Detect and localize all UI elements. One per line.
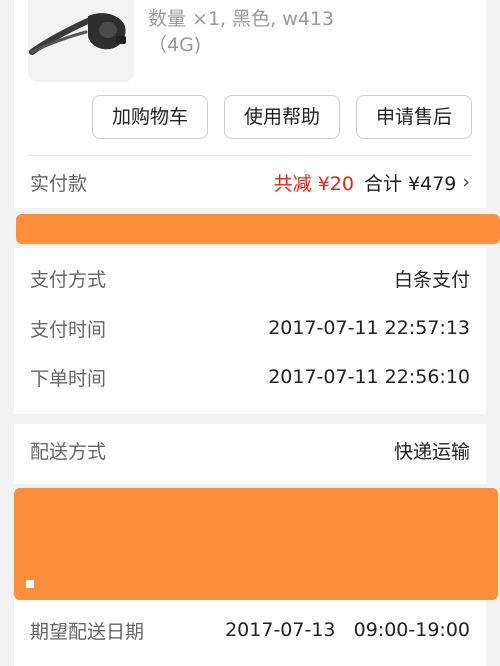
expected-delivery-value: 2017-07-13 09:00-19:00 — [225, 619, 470, 641]
payment-time-label: 支付时间 — [30, 318, 107, 341]
order-time-row: 下单时间 2017-07-11 22:56:10 — [30, 359, 470, 395]
payment-method-row: 支付方式 白条支付 — [30, 260, 470, 296]
delivery-method-label: 配送方式 — [30, 440, 107, 463]
product-spec: 数量 ×1, 黑色, w413 （4G) — [148, 6, 468, 58]
payment-time-value: 2017-07-11 22:57:13 — [268, 317, 470, 339]
help-button[interactable]: 使用帮助 — [224, 95, 340, 139]
redaction-artifact — [26, 580, 34, 588]
payment-method-value: 白条支付 — [393, 268, 470, 291]
after-sales-button[interactable]: 申请售后 — [356, 95, 472, 139]
product-card: 数量 ×1, 黑色, w413 （4G) 加购物车 使用帮助 申请售后 实付款 … — [14, 0, 486, 208]
payment-summary-label: 实付款 — [30, 172, 88, 195]
payment-summary-values: 共减 ¥20 合计 ¥479 › — [274, 169, 470, 196]
product-spec-line2: （4G) — [148, 34, 202, 56]
expected-delivery-row: 期望配送日期 2017-07-13 09:00-19:00 — [30, 612, 470, 648]
divider — [28, 155, 472, 156]
redacted-block — [16, 214, 500, 244]
payment-method-label: 支付方式 — [30, 268, 107, 291]
delivery-method-value: 快递运输 — [393, 440, 470, 463]
delivery-method-card: 配送方式 快递运输 — [14, 424, 486, 484]
chevron-right-icon: › — [462, 171, 470, 193]
payment-info-card: 支付方式 白条支付 支付时间 2017-07-11 22:57:13 下单时间 … — [14, 248, 486, 414]
order-time-value: 2017-07-11 22:56:10 — [268, 366, 470, 388]
expected-delivery-label: 期望配送日期 — [30, 620, 145, 643]
payment-time-row: 支付时间 2017-07-11 22:57:13 — [30, 310, 470, 346]
headphones-image — [29, 13, 126, 55]
total-amount: 合计 ¥479 — [363, 172, 457, 195]
add-to-cart-button[interactable]: 加购物车 — [92, 95, 208, 139]
order-time-label: 下单时间 — [30, 367, 107, 390]
product-thumbnail[interactable] — [28, 0, 134, 82]
payment-summary-row[interactable]: 实付款 共减 ¥20 合计 ¥479 › — [30, 158, 470, 206]
redacted-address-block — [14, 488, 498, 600]
expected-delivery-card: 期望配送日期 2017-07-13 09:00-19:00 — [14, 600, 486, 666]
delivery-method-row: 配送方式 快递运输 — [30, 432, 470, 468]
discount-amount: 共减 ¥20 — [273, 172, 354, 195]
product-spec-line1: 数量 ×1, 黑色, w413 — [148, 8, 335, 30]
